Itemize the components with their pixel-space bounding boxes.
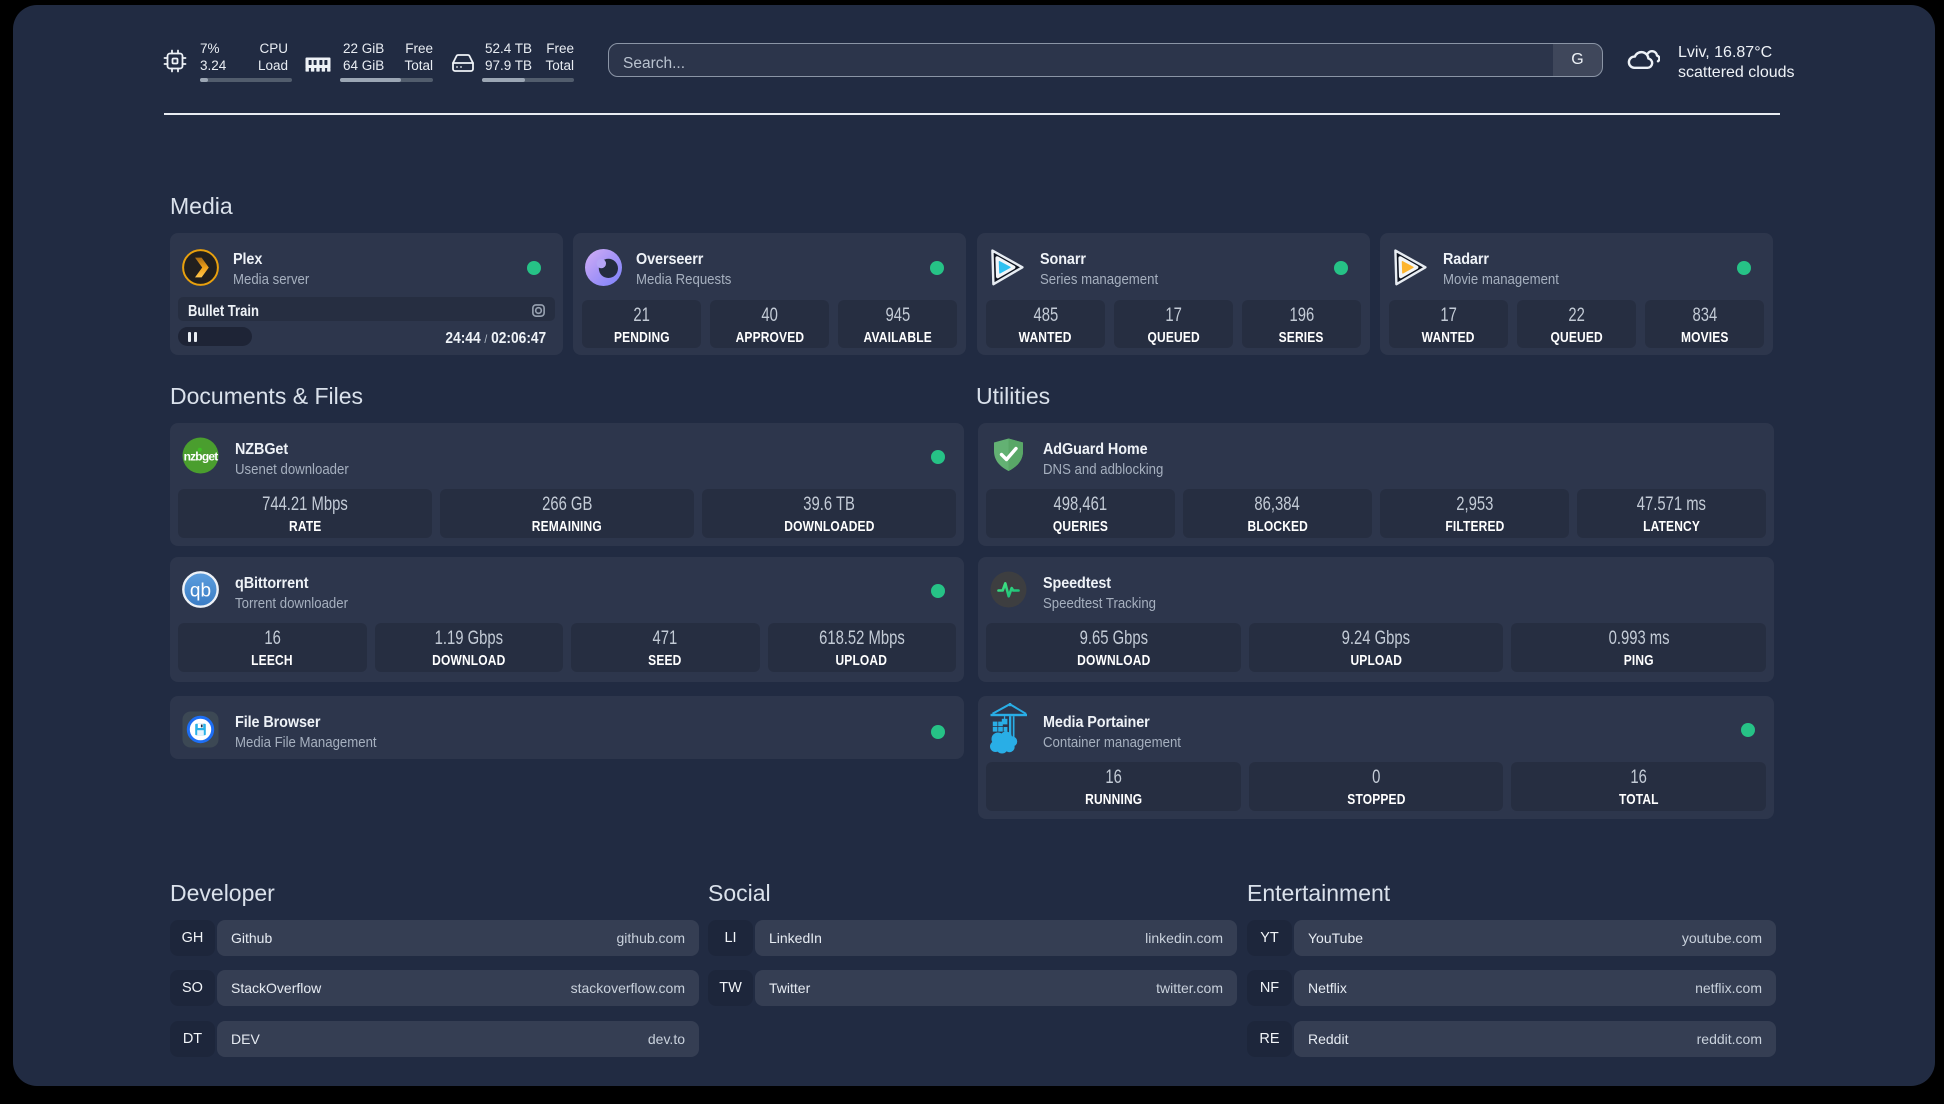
svg-text:nzbget: nzbget bbox=[184, 450, 219, 464]
svg-text:qb: qb bbox=[190, 581, 211, 602]
